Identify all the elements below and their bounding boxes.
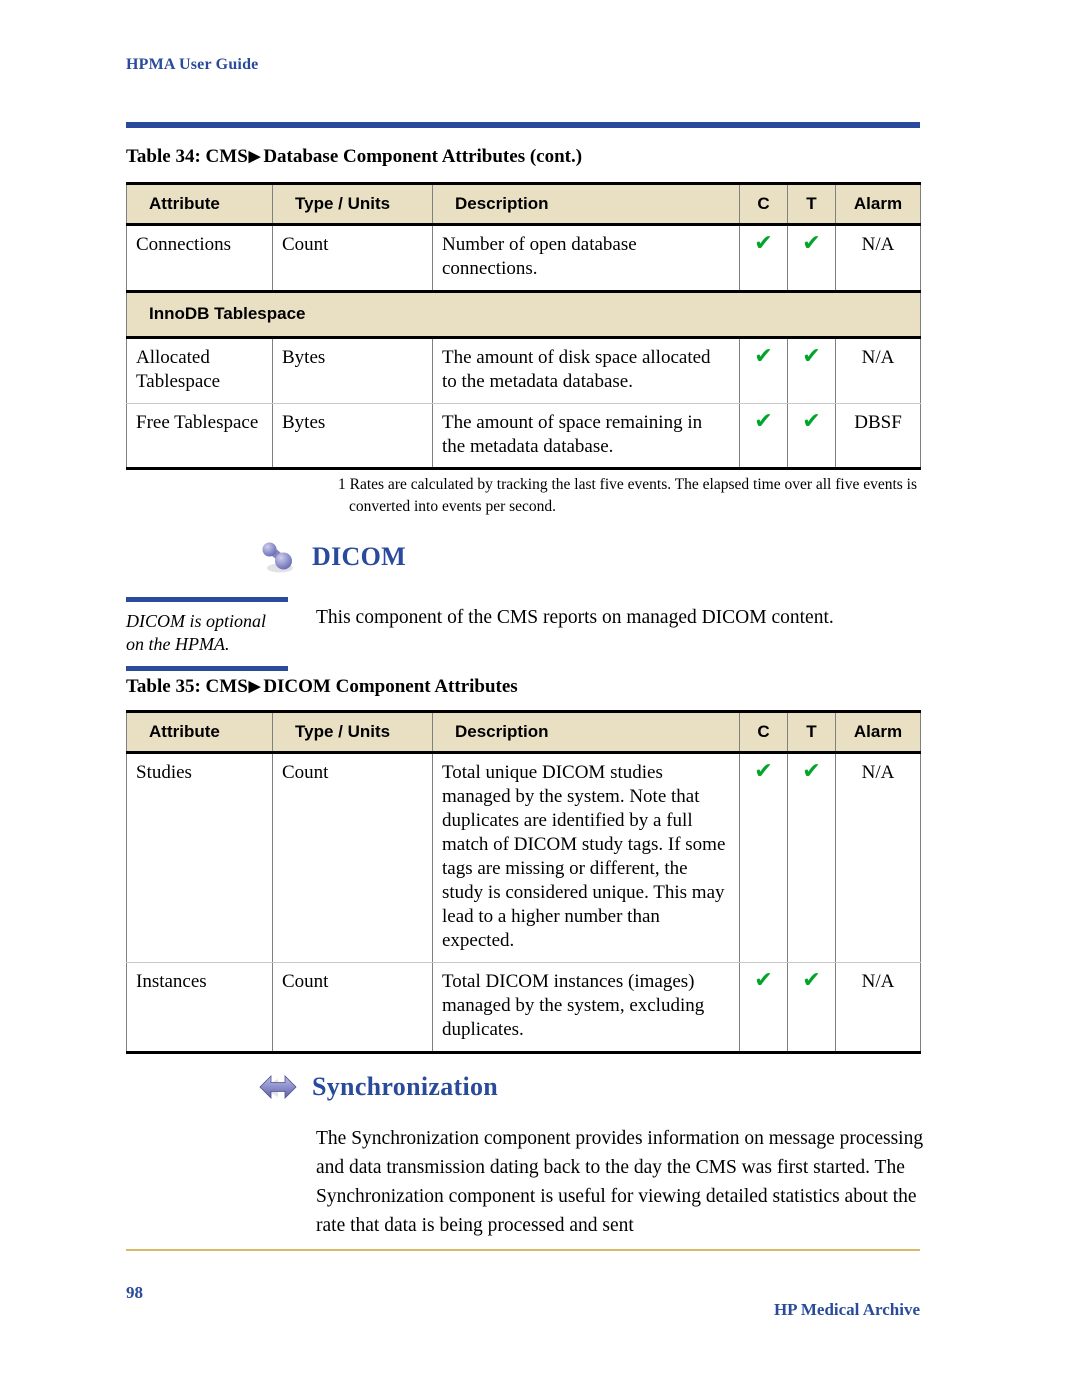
page-number: 98 — [126, 1283, 143, 1302]
table-row: Connections Count Number of open databas… — [126, 224, 921, 293]
check-icon: ✔ — [754, 759, 773, 785]
cell-description: The amount of space remaining in the met… — [432, 402, 740, 471]
check-icon: ✔ — [802, 231, 821, 257]
table-row: Instances Count Total DICOM instances (i… — [126, 961, 921, 1054]
table-35-caption-suffix: DICOM Component Attributes — [263, 676, 518, 697]
col-header-alarm: Alarm — [835, 709, 921, 755]
cell-c: ✔ — [739, 224, 788, 293]
table-35-dicom-component-attributes: Attribute Type / Units Description C T A… — [126, 709, 921, 1054]
table-group-row: InnoDB Tablespace — [126, 290, 921, 339]
cell-alarm: N/A — [835, 336, 921, 404]
header-rule — [126, 122, 920, 128]
cell-t: ✔ — [787, 224, 836, 293]
col-header-c: C — [739, 709, 788, 755]
cell-alarm: N/A — [835, 224, 921, 293]
col-header-alarm: Alarm — [835, 181, 921, 227]
cell-description: Total DICOM instances (images) managed b… — [432, 961, 740, 1054]
table-row: Free Tablespace Bytes The amount of spac… — [126, 402, 921, 471]
check-icon: ✔ — [802, 759, 821, 785]
cell-attribute: Allocated Tablespace — [126, 336, 273, 404]
cell-c: ✔ — [739, 961, 788, 1054]
footer-rule — [126, 1249, 920, 1251]
table-34-caption: Table 34: CMS▶ Database Component Attribu… — [126, 146, 582, 168]
cell-t: ✔ — [787, 752, 836, 963]
check-icon: ✔ — [754, 967, 773, 993]
section-title-dicom: DICOM — [312, 542, 406, 571]
cell-alarm: N/A — [835, 752, 921, 963]
sync-double-arrow-icon — [259, 1075, 297, 1099]
table-35-caption: Table 35: CMS▶ DICOM Component Attributes — [126, 676, 518, 698]
check-icon: ✔ — [802, 967, 821, 993]
cell-attribute: Instances — [126, 961, 273, 1054]
check-icon: ✔ — [754, 231, 773, 257]
document-page: HPMA User Guide Table 34: CMS▶ Database C… — [0, 0, 1080, 1397]
col-header-type-units: Type / Units — [272, 181, 433, 227]
cell-t: ✔ — [787, 961, 836, 1054]
synchronization-body-paragraph: The Synchronization component provides i… — [316, 1128, 924, 1236]
col-header-type-units: Type / Units — [272, 709, 433, 755]
check-icon: ✔ — [754, 343, 773, 369]
margin-note-rule-bottom — [126, 665, 288, 671]
footnote-text: 1 Rates are calculated by tracking the l… — [338, 476, 918, 515]
section-heading-synchronization: Synchronization — [258, 1070, 498, 1104]
table-row: Allocated Tablespace Bytes The amount of… — [126, 336, 921, 404]
check-icon: ✔ — [802, 343, 821, 369]
col-header-description: Description — [432, 181, 740, 227]
section-heading-dicom: DICOM — [258, 540, 406, 574]
dicom-body-paragraph: This component of the CMS reports on man… — [316, 607, 834, 628]
cell-type-units: Count — [272, 961, 433, 1054]
cell-attribute: Studies — [126, 752, 273, 963]
cell-type-units: Count — [272, 224, 433, 293]
group-header-innodb-tablespace: InnoDB Tablespace — [126, 290, 921, 339]
cell-type-units: Bytes — [272, 402, 433, 471]
table-34-header-row: Attribute Type / Units Description C T A… — [126, 181, 921, 227]
cell-c: ✔ — [739, 336, 788, 404]
caption-triangle-icon: ▶ — [248, 679, 261, 695]
section-title-synchronization: Synchronization — [312, 1072, 499, 1101]
cell-alarm: N/A — [835, 961, 921, 1054]
table-35-caption-prefix: Table 35: CMS — [126, 676, 248, 697]
margin-note-dicom: DICOM is optional on the HPMA. — [126, 597, 288, 671]
margin-note-text: DICOM is optional on the HPMA. — [126, 611, 267, 655]
col-header-c: C — [739, 181, 788, 227]
col-header-t: T — [787, 181, 836, 227]
cell-type-units: Bytes — [272, 336, 433, 404]
cell-c: ✔ — [739, 752, 788, 963]
col-header-attribute: Attribute — [126, 181, 273, 227]
cell-attribute: Connections — [126, 224, 273, 293]
cell-c: ✔ — [739, 402, 788, 471]
col-header-description: Description — [432, 709, 740, 755]
table-34-database-component-attributes: Attribute Type / Units Description C T A… — [126, 181, 921, 471]
table-35-header-row: Attribute Type / Units Description C T A… — [126, 709, 921, 755]
table-34-footnote: 1 Rates are calculated by tracking the l… — [338, 474, 922, 518]
cell-description: Number of open database connections. — [432, 224, 740, 293]
running-header-title: HPMA User Guide — [126, 56, 259, 73]
col-header-t: T — [787, 709, 836, 755]
caption-triangle-icon: ▶ — [248, 149, 261, 165]
footer-brand: HP Medical Archive — [773, 1300, 920, 1319]
check-icon: ✔ — [754, 408, 773, 434]
cell-t: ✔ — [787, 402, 836, 471]
dicom-molecule-icon — [262, 542, 293, 573]
cell-description: Total unique DICOM studies managed by th… — [432, 752, 740, 963]
table-34-caption-prefix: Table 34: CMS — [126, 146, 248, 167]
cell-attribute: Free Tablespace — [126, 402, 273, 471]
cell-alarm: DBSF — [835, 402, 921, 471]
cell-description: The amount of disk space allocated to th… — [432, 336, 740, 404]
cell-type-units: Count — [272, 752, 433, 963]
table-row: Studies Count Total unique DICOM studies… — [126, 752, 921, 963]
cell-t: ✔ — [787, 336, 836, 404]
col-header-attribute: Attribute — [126, 709, 273, 755]
table-34-caption-suffix: Database Component Attributes (cont.) — [263, 146, 583, 167]
check-icon: ✔ — [802, 408, 821, 434]
